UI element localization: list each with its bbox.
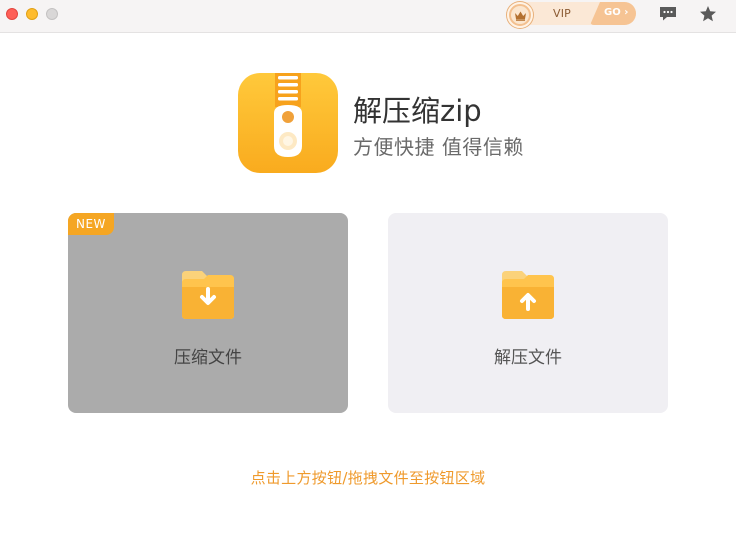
app-subtitle: 方便快捷 值得信赖 bbox=[353, 135, 524, 159]
vip-label: VIP bbox=[553, 7, 572, 20]
minimize-window-button[interactable] bbox=[26, 8, 38, 20]
message-icon[interactable] bbox=[658, 4, 678, 24]
app-window: VIP GO › 解压缩zip 方便快捷 值得信赖 NEW 压缩文件 解压文件 … bbox=[0, 0, 736, 558]
folder-download-icon bbox=[180, 269, 236, 321]
vip-upgrade-button[interactable]: VIP GO › bbox=[507, 2, 636, 28]
new-badge: NEW bbox=[68, 213, 114, 235]
app-title: 解压缩zip bbox=[353, 94, 482, 128]
maximize-window-button[interactable] bbox=[46, 8, 58, 20]
extract-files-label: 解压文件 bbox=[494, 348, 562, 368]
drag-drop-hint: 点击上方按钮/拖拽文件至按钮区域 bbox=[250, 469, 486, 487]
crown-icon bbox=[507, 2, 533, 28]
close-window-button[interactable] bbox=[6, 8, 18, 20]
extract-files-button[interactable]: 解压文件 bbox=[388, 213, 668, 413]
go-label: GO › bbox=[604, 7, 629, 18]
app-logo-zipper-icon bbox=[238, 73, 338, 173]
folder-upload-icon bbox=[500, 269, 556, 321]
star-icon[interactable] bbox=[698, 4, 718, 24]
chevron-right-icon: › bbox=[624, 7, 629, 18]
title-bar: VIP GO › bbox=[0, 0, 736, 33]
compress-files-button[interactable]: NEW 压缩文件 bbox=[68, 213, 348, 413]
compress-files-label: 压缩文件 bbox=[174, 348, 242, 368]
